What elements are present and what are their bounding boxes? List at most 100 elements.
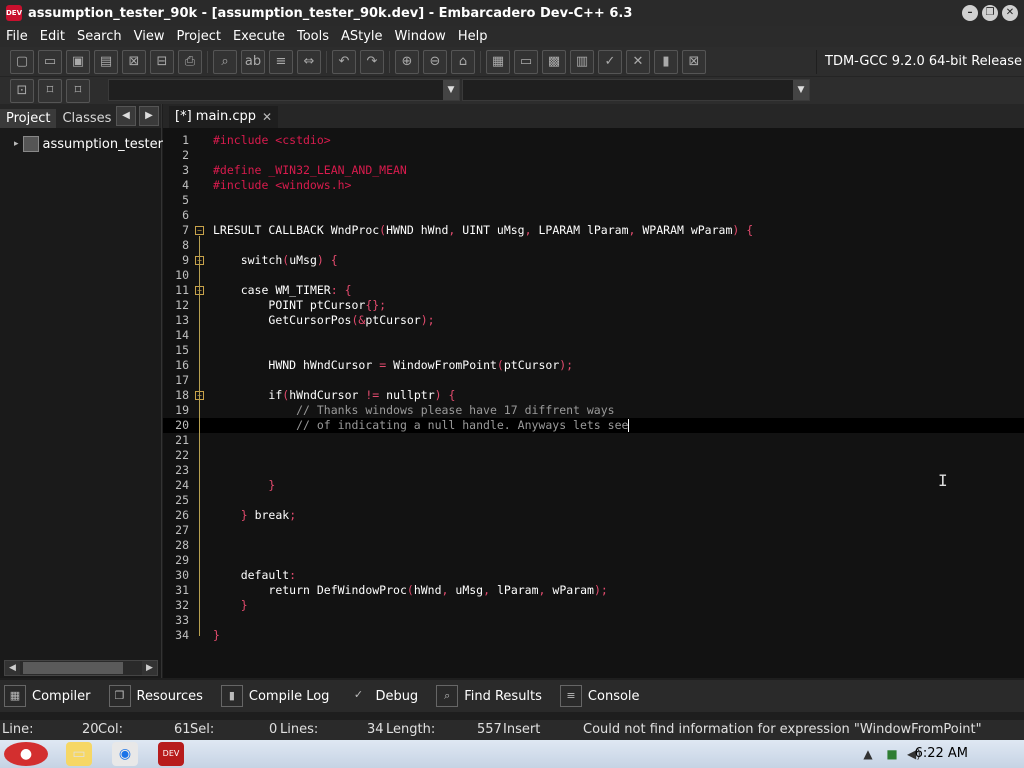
tray-show-hidden-icon[interactable]: ▲ xyxy=(860,746,876,762)
panel-horizontal-scrollbar[interactable]: ◀ ▶ xyxy=(4,660,158,676)
code-line: 12 POINT ptCursor{}; xyxy=(175,298,387,312)
editor-tab-bar: [*] main.cpp ✕ xyxy=(163,104,1024,128)
close-tab-icon[interactable]: ✕ xyxy=(262,106,272,128)
menu-window[interactable]: Window xyxy=(389,29,452,44)
undo-icon[interactable]: ↶ xyxy=(332,49,356,74)
minimize-icon[interactable]: – xyxy=(962,5,978,21)
replace-icon[interactable]: ab xyxy=(241,49,265,74)
code-editor[interactable]: 1 #include <cstdio> 2 3 #define _WIN32_LEA… xyxy=(163,128,1024,678)
rebuild-all-icon[interactable]: ▥ xyxy=(570,49,594,74)
start-button-angry-bird-icon[interactable]: ● xyxy=(4,742,48,766)
chevron-down-icon[interactable]: ▼ xyxy=(793,80,809,100)
code-line: 22 xyxy=(175,448,189,462)
project-options-icon[interactable]: ⌂ xyxy=(451,49,475,74)
save-all-icon[interactable]: ▤ xyxy=(94,49,118,74)
code-line: 3 #define _WIN32_LEAN_AND_MEAN xyxy=(182,163,407,177)
menu-view[interactable]: View xyxy=(128,29,171,44)
menu-project[interactable]: Project xyxy=(170,29,226,44)
new-project-icon[interactable]: ⊕ xyxy=(395,49,419,74)
tab-console[interactable]: ≡ Console xyxy=(556,685,640,707)
project-tree-root[interactable]: ▸ assumption_tester xyxy=(14,136,163,152)
status-col-label: Col: xyxy=(98,722,124,737)
taskbar-clock[interactable]: 6:22 AM xyxy=(915,746,968,761)
code-line: 27 xyxy=(175,523,189,537)
code-line: 4 #include <windows.h> xyxy=(182,178,352,192)
menu-help[interactable]: Help xyxy=(452,29,494,44)
delete-profile-icon[interactable]: ⊠ xyxy=(682,49,706,74)
tab-compile-log[interactable]: ▮ Compile Log xyxy=(217,685,329,707)
chevron-down-icon[interactable]: ▼ xyxy=(443,80,459,100)
tab-scroll-left-icon[interactable]: ◀ xyxy=(116,106,136,126)
status-length-label: Length: xyxy=(386,722,436,737)
scroll-left-icon[interactable]: ◀ xyxy=(5,661,20,675)
tab-find-results[interactable]: ⌕ Find Results xyxy=(432,685,542,707)
code-line: 5 xyxy=(182,193,189,207)
close-icon[interactable]: ✕ xyxy=(1002,5,1018,21)
class-combo[interactable]: ▼ xyxy=(108,79,460,101)
scrollbar-thumb[interactable] xyxy=(23,662,123,674)
menu-tools[interactable]: Tools xyxy=(291,29,335,44)
status-line-label: Line: xyxy=(2,722,34,737)
compile-run-icon[interactable]: ▩ xyxy=(542,49,566,74)
tab-debug[interactable]: ✓ Debug xyxy=(343,685,418,707)
redo-icon[interactable]: ↷ xyxy=(360,49,384,74)
tab-classes[interactable]: Classes xyxy=(56,109,117,128)
tab-resources[interactable]: ❐ Resources xyxy=(105,685,203,707)
code-line: 16 HWND hWndCursor = WindowFromPoint(ptC… xyxy=(175,358,574,372)
tree-expand-icon[interactable]: ▸ xyxy=(14,139,19,149)
restore-icon[interactable]: ❐ xyxy=(982,5,998,21)
find-icon[interactable]: ⌕ xyxy=(213,49,237,74)
menu-bar: File Edit Search View Project Execute To… xyxy=(0,26,1024,47)
menu-file[interactable]: File xyxy=(0,29,34,44)
status-mode: Insert xyxy=(503,722,541,737)
save-icon[interactable]: ▣ xyxy=(66,49,90,74)
code-line: 19 // Thanks windows please have 17 diff… xyxy=(175,403,615,417)
menu-edit[interactable]: Edit xyxy=(34,29,71,44)
code-line: 24 } xyxy=(175,478,276,492)
run-icon[interactable]: ▭ xyxy=(514,49,538,74)
goto-bookmark-icon[interactable]: ⌑ xyxy=(66,78,90,103)
windows-taskbar: ● ▭ ◉ DEV ▲ ■ ◀) 6:22 AM xyxy=(0,740,1024,768)
syntax-check-icon[interactable]: ✓ xyxy=(598,49,622,74)
menu-execute[interactable]: Execute xyxy=(227,29,291,44)
tab-main-cpp[interactable]: [*] main.cpp ✕ xyxy=(169,106,279,128)
search-icon: ⌕ xyxy=(436,685,459,707)
devcpp-taskbar-icon[interactable]: DEV xyxy=(158,742,184,766)
code-line: 1 #include <cstdio> xyxy=(182,133,331,147)
stop-execution-icon[interactable]: ✕ xyxy=(626,49,650,74)
compiler-select[interactable]: TDM-GCC 9.2.0 64-bit Release xyxy=(816,50,1024,74)
status-sel-label: Sel: xyxy=(190,722,215,737)
code-line: 29 xyxy=(175,553,189,567)
function-combo[interactable]: ▼ xyxy=(462,79,810,101)
print-icon[interactable]: ⎙ xyxy=(178,49,202,74)
tray-network-icon[interactable]: ■ xyxy=(884,746,900,762)
tab-project[interactable]: Project xyxy=(0,109,57,128)
tab-scroll-right-icon[interactable]: ▶ xyxy=(139,106,159,126)
code-line: 14 xyxy=(175,328,189,342)
goto-icon[interactable]: ≡ xyxy=(269,49,293,74)
compile-icon[interactable]: ▦ xyxy=(486,49,510,74)
code-line: 32 } xyxy=(175,598,248,612)
bar-chart-icon: ▮ xyxy=(220,685,243,707)
bookmark-icon[interactable]: ⌑ xyxy=(38,78,62,103)
code-line: 33 xyxy=(175,613,189,627)
window-title: assumption_tester_90k - [assumption_test… xyxy=(28,5,633,21)
scroll-right-icon[interactable]: ▶ xyxy=(142,661,157,675)
code-line: 11− case WM_TIMER: { xyxy=(175,283,352,297)
menu-search[interactable]: Search xyxy=(71,29,128,44)
toggle-bookmark-icon[interactable]: ⇔ xyxy=(297,49,321,74)
tab-compiler[interactable]: ▦ Compiler xyxy=(0,685,91,707)
chrome-icon[interactable]: ◉ xyxy=(112,742,138,766)
insert-icon[interactable]: ⊡ xyxy=(10,78,34,103)
code-line: 26 } break; xyxy=(175,508,297,522)
file-explorer-icon[interactable]: ▭ xyxy=(66,742,92,766)
close-file-icon[interactable]: ⊠ xyxy=(122,49,146,74)
close-all-icon[interactable]: ⊟ xyxy=(150,49,174,74)
fold-toggle-icon[interactable]: − xyxy=(195,226,204,235)
menu-astyle[interactable]: AStyle xyxy=(335,29,389,44)
new-file-icon[interactable]: ▢ xyxy=(10,49,34,74)
open-folder-icon[interactable]: ▭ xyxy=(38,49,62,74)
add-to-project-icon[interactable]: ⊖ xyxy=(423,49,447,74)
status-message: Could not find information for expressio… xyxy=(583,722,982,737)
profile-icon[interactable]: ▮ xyxy=(654,49,678,74)
